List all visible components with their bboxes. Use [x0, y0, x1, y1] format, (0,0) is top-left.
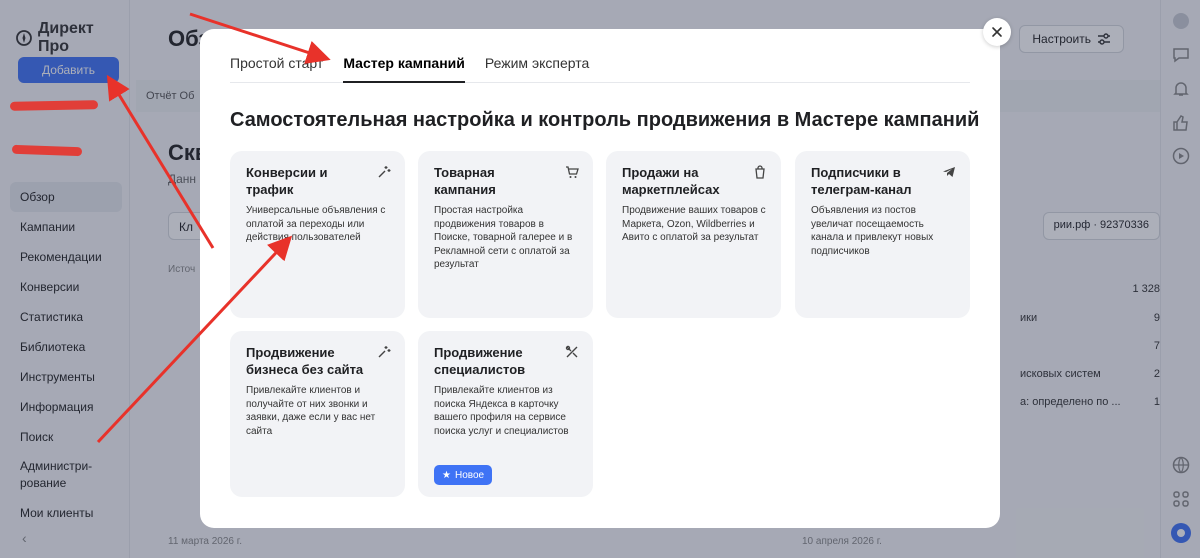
card-title: Подписчики в телеграм-канал [811, 165, 912, 197]
magic-wand-icon [378, 346, 391, 358]
card-description: Объявления из постов увеличат посещаемос… [811, 205, 934, 257]
tools-icon [565, 345, 578, 358]
new-badge: ★ Новое [434, 465, 493, 485]
cart-icon [566, 166, 579, 178]
card-product-campaign[interactable]: Товарная кампания Простая настройка прод… [418, 151, 593, 318]
card-description: Простая настройка продвижения товаров в … [434, 205, 573, 270]
card-specialists-promotion[interactable]: Продвижение специалистов Привлекайте кли… [418, 331, 593, 497]
card-description: Продвижение ваших товаров с Маркета, Ozo… [622, 205, 766, 243]
card-title: Продвижение бизнеса без сайта [246, 345, 364, 377]
card-title: Товарная кампания [434, 165, 496, 197]
card-title: Продвижение специалистов [434, 345, 526, 377]
card-marketplace-sales[interactable]: Продажи на маркетплейсах Продвижение ваш… [606, 151, 781, 318]
star-icon: ★ [442, 469, 451, 481]
badge-label: Новое [454, 469, 485, 481]
card-title: Продажи на маркетплейсах [622, 165, 720, 197]
telegram-icon [943, 167, 955, 177]
campaign-modal: Простой старт Мастер кампаний Режим эксп… [200, 29, 1000, 528]
card-description: Привлекайте клиентов и получайте от них … [246, 385, 376, 437]
modal-title: Самостоятельная настройка и контроль про… [230, 109, 980, 131]
magic-wand-icon [378, 166, 391, 178]
card-business-without-site[interactable]: Продвижение бизнеса без сайта Привлекайт… [230, 331, 405, 497]
modal-tabs: Простой старт Мастер кампаний Режим эксп… [230, 47, 970, 83]
tab-simple-start[interactable]: Простой старт [230, 47, 323, 83]
close-button[interactable] [983, 18, 1011, 46]
card-conversions-traffic[interactable]: Конверсии и трафик Универсальные объявле… [230, 151, 405, 318]
annotation-highlight [9, 100, 99, 111]
shopping-bag-icon [755, 165, 765, 179]
card-telegram-subscribers[interactable]: Подписчики в телеграм-канал Объявления и… [795, 151, 970, 318]
tab-campaign-master[interactable]: Мастер кампаний [343, 47, 465, 83]
card-title: Конверсии и трафик [246, 165, 328, 197]
tab-expert-mode[interactable]: Режим эксперта [485, 47, 589, 83]
card-description: Привлекайте клиентов из поиска Яндекса в… [434, 385, 569, 437]
card-description: Универсальные объявления с оплатой за пе… [246, 205, 386, 243]
close-icon [992, 27, 1002, 37]
